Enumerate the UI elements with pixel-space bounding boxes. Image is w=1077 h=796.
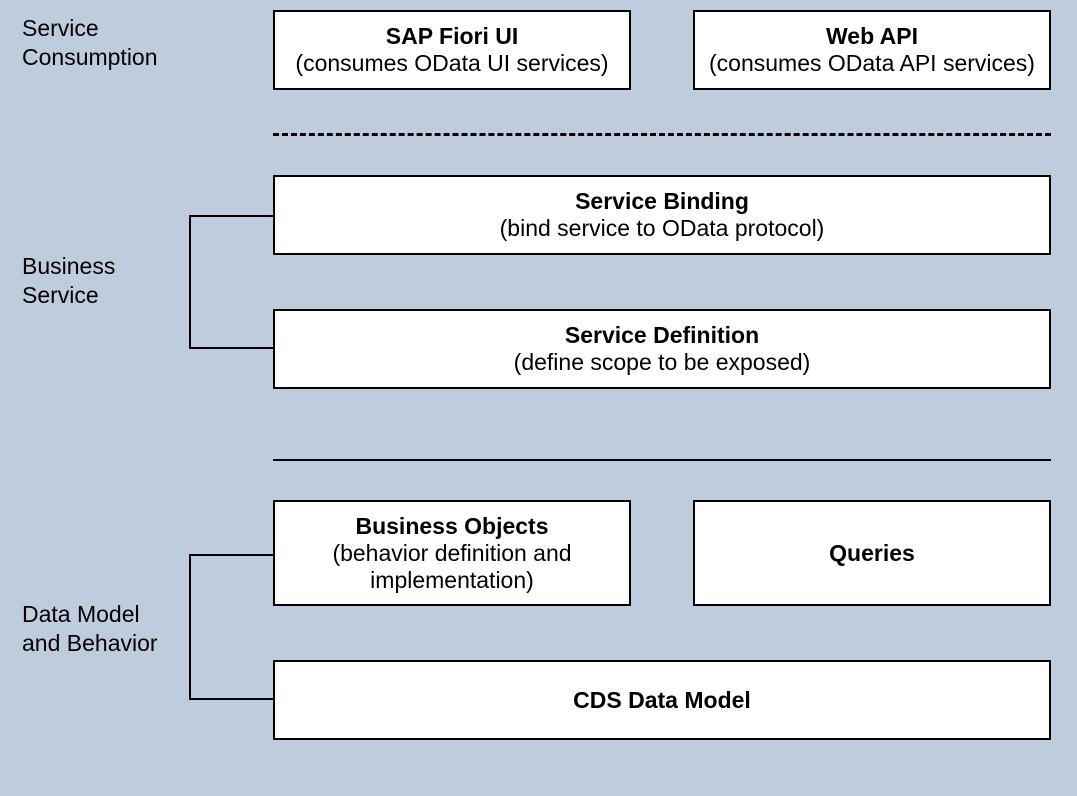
box-title: SAP Fiori UI [386,23,519,50]
section-label-business: Business Service [22,252,115,310]
separator-dashed [273,133,1051,136]
box-title: Queries [829,540,915,567]
box-title: Service Definition [565,322,759,349]
box-title: Business Objects [355,513,548,540]
box-subtitle-line: implementation) [370,567,534,594]
box-title: Service Binding [575,188,749,215]
box-subtitle-line: (behavior definition and [332,540,571,567]
box-subtitle: (define scope to be exposed) [514,349,811,376]
box-subtitle: (bind service to OData protocol) [500,215,825,242]
box-business-objects: Business Objects (behavior definition an… [273,500,631,606]
box-fiori-ui: SAP Fiori UI (consumes OData UI services… [273,10,631,90]
label-line: Business [22,253,115,279]
box-title: CDS Data Model [573,687,751,714]
label-line: Service [22,282,99,308]
box-title: Web API [826,23,918,50]
architecture-diagram: Service Consumption Business Service Dat… [0,0,1077,796]
bracket-data-model [189,554,273,700]
label-line: Service [22,15,99,41]
section-label-datamodel: Data Model and Behavior [22,600,158,658]
box-service-binding: Service Binding (bind service to OData p… [273,175,1051,255]
box-web-api: Web API (consumes OData API services) [693,10,1051,90]
separator-solid [273,459,1051,461]
section-label-consumption: Service Consumption [22,14,158,72]
label-line: and Behavior [22,630,158,656]
box-cds-data-model: CDS Data Model [273,660,1051,740]
bracket-business-service [189,215,273,349]
box-queries: Queries [693,500,1051,606]
box-subtitle: (consumes OData UI services) [295,50,608,77]
box-subtitle: (consumes OData API services) [709,50,1035,77]
label-line: Consumption [22,44,158,70]
label-line: Data Model [22,601,140,627]
box-service-definition: Service Definition (define scope to be e… [273,309,1051,389]
